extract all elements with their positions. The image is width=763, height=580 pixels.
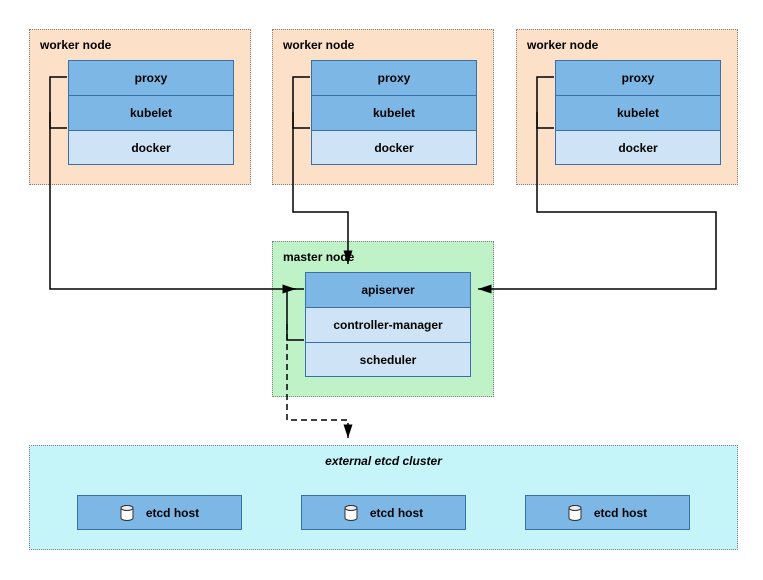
worker-node-title: worker node	[30, 30, 250, 52]
controller-manager-box: controller-manager	[305, 307, 471, 342]
etcd-cluster-title: external etcd cluster	[30, 446, 737, 468]
kubelet-box: kubelet	[311, 95, 477, 130]
proxy-box: proxy	[555, 60, 721, 95]
etcd-host-label: etcd host	[146, 506, 199, 520]
docker-box: docker	[311, 130, 477, 165]
proxy-box: proxy	[68, 60, 234, 95]
database-icon	[344, 505, 358, 521]
worker-node-2: worker node proxy kubelet docker	[272, 29, 494, 185]
database-icon	[120, 505, 134, 521]
master-stack: apiserver controller-manager scheduler	[305, 272, 471, 377]
etcd-host-label: etcd host	[370, 506, 423, 520]
etcd-host-2: etcd host	[301, 495, 466, 530]
proxy-box: proxy	[311, 60, 477, 95]
apiserver-box: apiserver	[305, 272, 471, 307]
etcd-host-label: etcd host	[594, 506, 647, 520]
master-node: master node apiserver controller-manager…	[272, 241, 494, 397]
docker-box: docker	[68, 130, 234, 165]
diagram-root: worker node proxy kubelet docker worker …	[0, 0, 763, 580]
worker-node-title: worker node	[273, 30, 493, 52]
worker-stack: proxy kubelet docker	[311, 60, 477, 165]
etcd-host-3: etcd host	[525, 495, 690, 530]
database-icon	[568, 505, 582, 521]
worker-stack: proxy kubelet docker	[555, 60, 721, 165]
kubelet-box: kubelet	[68, 95, 234, 130]
worker-stack: proxy kubelet docker	[68, 60, 234, 165]
kubelet-box: kubelet	[555, 95, 721, 130]
etcd-host-1: etcd host	[77, 495, 242, 530]
master-node-title: master node	[273, 242, 493, 264]
docker-box: docker	[555, 130, 721, 165]
worker-node-1: worker node proxy kubelet docker	[29, 29, 251, 185]
worker-node-title: worker node	[517, 30, 737, 52]
scheduler-box: scheduler	[305, 342, 471, 377]
worker-node-3: worker node proxy kubelet docker	[516, 29, 738, 185]
